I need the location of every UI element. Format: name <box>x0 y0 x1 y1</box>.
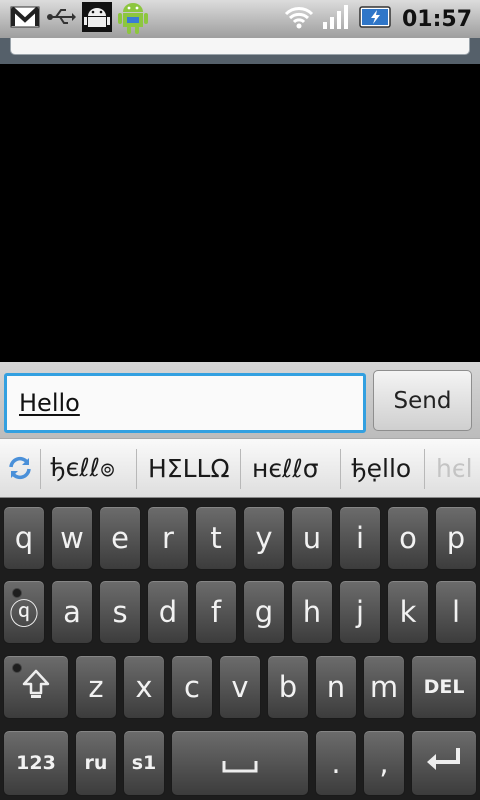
message-input-text: Hello <box>19 389 80 417</box>
key-y[interactable]: y <box>243 506 285 570</box>
signal-icon <box>322 4 350 34</box>
key-l[interactable]: l <box>435 580 477 644</box>
gmail-icon <box>10 5 40 33</box>
battery-charging-icon <box>358 4 394 34</box>
key-j[interactable]: j <box>339 580 381 644</box>
key-p[interactable]: p <box>435 506 477 570</box>
key-indicator-dot <box>12 588 22 598</box>
android-app-icon <box>118 0 148 39</box>
key-m[interactable]: m <box>363 655 405 719</box>
suggestion-item[interactable]: ђẹllo <box>351 439 411 497</box>
key-t[interactable]: t <box>195 506 237 570</box>
key-a[interactable]: a <box>51 580 93 644</box>
key-v[interactable]: v <box>219 655 261 719</box>
delete-key[interactable]: DEL <box>411 655 477 719</box>
space-key[interactable] <box>171 730 309 796</box>
recipient-field[interactable] <box>10 38 470 55</box>
suggestion-divider <box>40 449 41 489</box>
key-i[interactable]: i <box>339 506 381 570</box>
status-bar: 01:57 <box>0 0 480 38</box>
suggestion-item[interactable]: ђєℓℓ๏ <box>50 439 115 497</box>
key-c[interactable]: c <box>171 655 213 719</box>
shift-indicator-dot <box>12 663 22 673</box>
key-w[interactable]: w <box>51 506 93 570</box>
space-icon <box>222 745 258 782</box>
send-button[interactable]: Send <box>373 370 472 431</box>
key-circled-q[interactable]: ⓠ <box>3 580 45 644</box>
key-b[interactable]: b <box>267 655 309 719</box>
top-strip <box>0 38 480 64</box>
period-key[interactable]: . <box>315 730 357 796</box>
key-h[interactable]: h <box>291 580 333 644</box>
key-f[interactable]: f <box>195 580 237 644</box>
key-r[interactable]: r <box>147 506 189 570</box>
key-s[interactable]: s <box>99 580 141 644</box>
keyboard: q w e r t y u i o p ⓠ a s d f g h j k l … <box>0 498 480 800</box>
android-debug-icon <box>82 2 112 36</box>
symbols-key[interactable]: s1 <box>123 730 165 796</box>
suggestion-divider <box>136 449 137 489</box>
key-n[interactable]: n <box>315 655 357 719</box>
comma-key[interactable]: , <box>363 730 405 796</box>
key-u[interactable]: u <box>291 506 333 570</box>
suggestion-item[interactable]: hєl <box>436 439 480 497</box>
key-z[interactable]: z <box>75 655 117 719</box>
suggestion-item[interactable]: нєℓℓσ <box>252 439 319 497</box>
key-o[interactable]: o <box>387 506 429 570</box>
conversation-area <box>0 64 480 362</box>
usb-icon <box>46 7 76 31</box>
wifi-icon <box>284 4 314 34</box>
enter-icon <box>425 745 463 782</box>
key-q[interactable]: q <box>3 506 45 570</box>
suggestion-divider <box>424 449 425 489</box>
language-key[interactable]: ru <box>75 730 117 796</box>
enter-key[interactable] <box>411 730 477 796</box>
suggestion-strip: ђєℓℓ๏ ΗΣLLΩ нєℓℓσ ђẹllo hєl <box>0 438 480 498</box>
numbers-key[interactable]: 123 <box>3 730 69 796</box>
message-input[interactable]: Hello <box>4 373 366 433</box>
shift-icon <box>22 669 50 706</box>
suggestion-divider <box>240 449 241 489</box>
key-k[interactable]: k <box>387 580 429 644</box>
cycle-icon[interactable] <box>0 439 40 497</box>
key-x[interactable]: x <box>123 655 165 719</box>
key-d[interactable]: d <box>147 580 189 644</box>
status-clock: 01:57 <box>401 6 472 32</box>
key-g[interactable]: g <box>243 580 285 644</box>
key-e[interactable]: e <box>99 506 141 570</box>
suggestion-item[interactable]: ΗΣLLΩ <box>148 439 230 497</box>
shift-key[interactable] <box>3 655 69 719</box>
suggestion-divider <box>340 449 341 489</box>
